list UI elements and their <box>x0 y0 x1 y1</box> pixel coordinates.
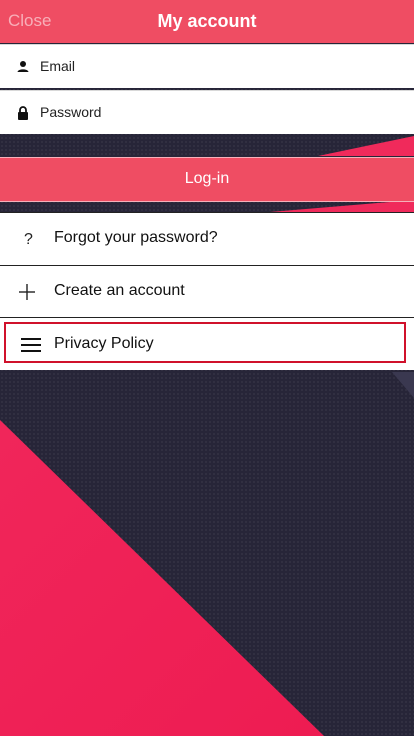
hamburger-icon <box>21 338 41 352</box>
user-icon <box>17 61 29 72</box>
forgot-password-item[interactable]: ? Forgot your password? <box>0 212 414 265</box>
lock-icon <box>18 106 28 120</box>
password-field-row <box>0 90 414 134</box>
create-account-label: Create an account <box>54 282 185 299</box>
svg-text:?: ? <box>24 231 33 248</box>
privacy-policy-label: Privacy Policy <box>54 335 154 352</box>
login-button[interactable]: Log-in <box>0 157 414 202</box>
privacy-policy-item[interactable]: Privacy Policy <box>0 317 414 370</box>
question-icon: ? <box>24 231 33 248</box>
header-bar: Close My account <box>0 0 414 43</box>
forgot-password-label: Forgot your password? <box>54 229 218 246</box>
password-input[interactable] <box>40 91 400 133</box>
privacy-policy-highlight: Privacy Policy <box>4 322 406 363</box>
email-input[interactable] <box>40 45 400 87</box>
plus-icon <box>19 284 35 300</box>
page-title: My account <box>157 11 257 31</box>
email-field-row <box>0 44 414 88</box>
create-account-item[interactable]: Create an account <box>0 265 414 318</box>
